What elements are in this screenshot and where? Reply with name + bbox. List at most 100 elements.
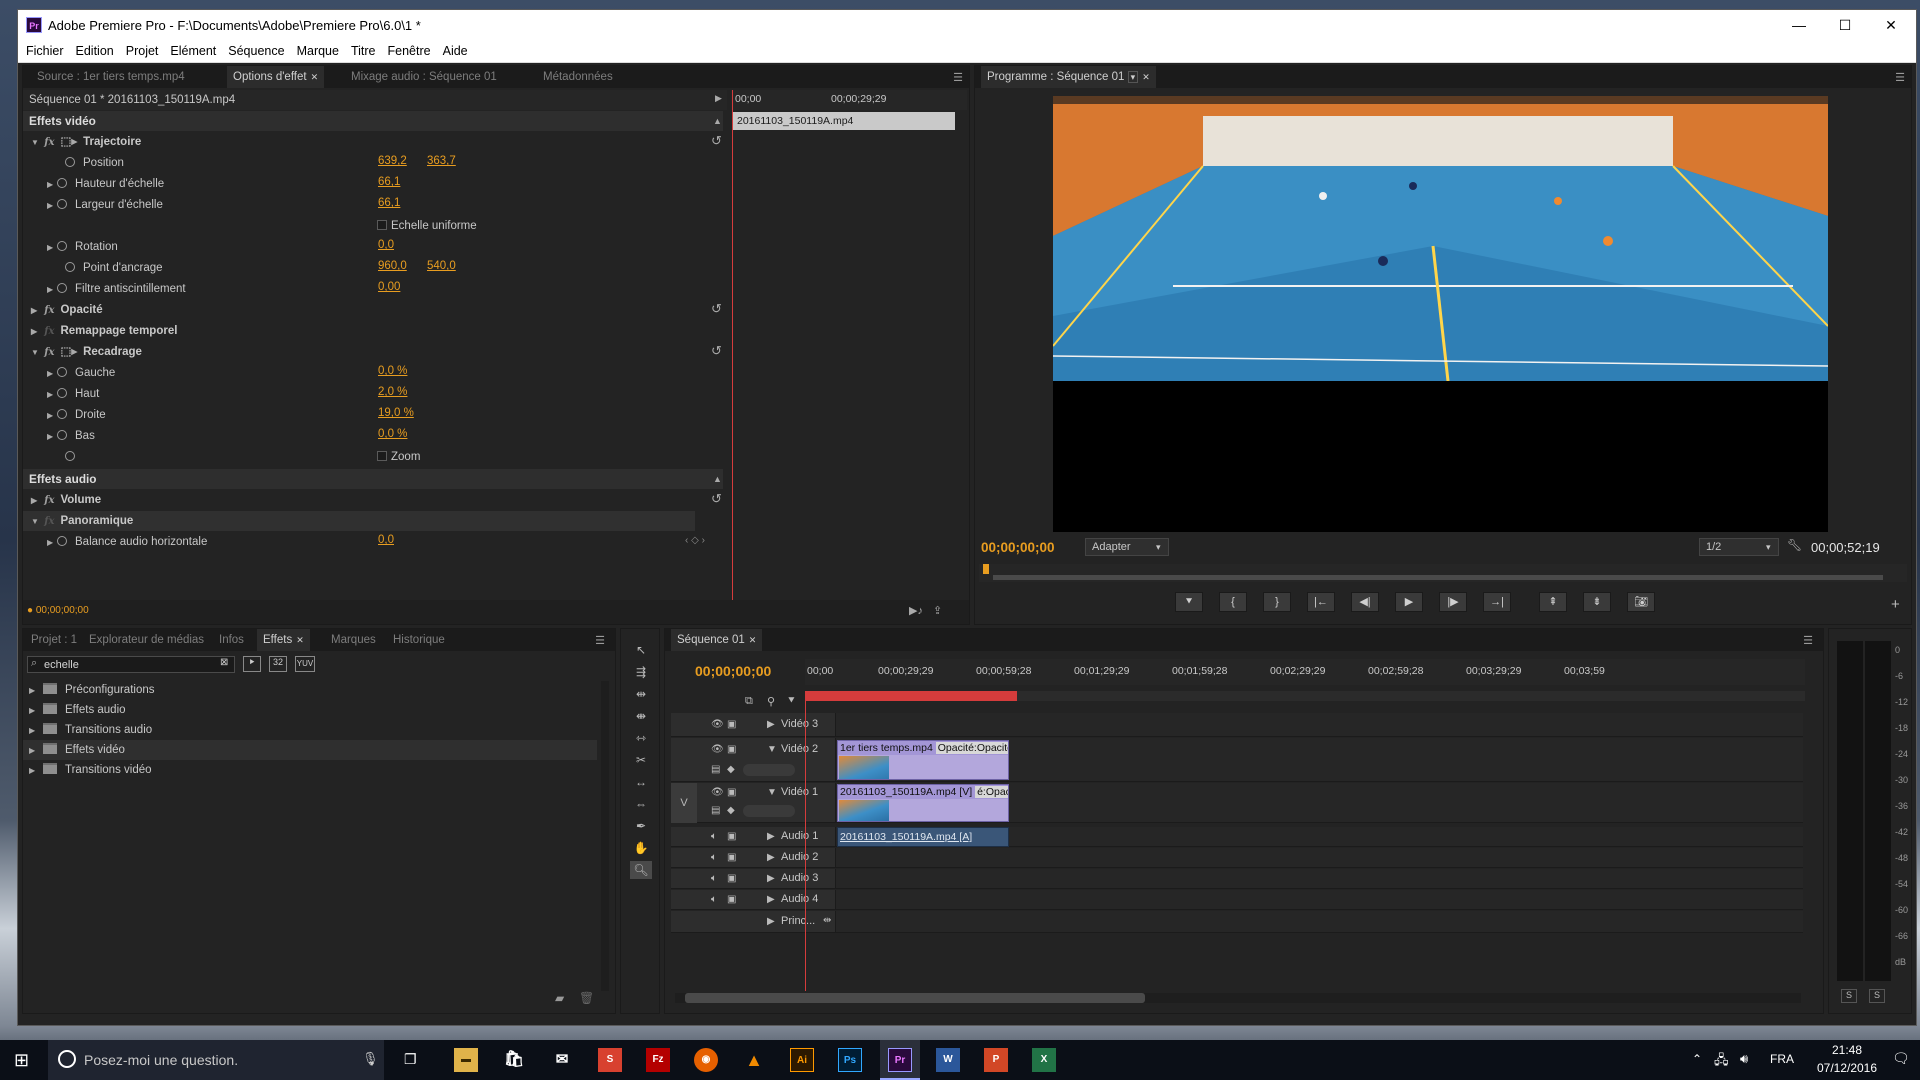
expand-right-icon[interactable]: ▶ (47, 385, 57, 405)
stopwatch-icon[interactable] (65, 451, 75, 461)
microphone-icon[interactable]: 🎙︎ (362, 1051, 379, 1067)
add-button-icon[interactable]: + (1891, 596, 1900, 613)
effect-remappage[interactable]: ▶ fx Remappage temporel (31, 321, 177, 341)
position-y-value[interactable]: 363,7 (427, 155, 456, 167)
folder-audio-effects[interactable]: ▶ Effets audio (29, 700, 126, 720)
stopwatch-icon[interactable] (57, 178, 67, 188)
menu-edition[interactable]: Edition (70, 41, 120, 62)
expand-right-icon[interactable]: ▶ (47, 533, 57, 553)
master-meter-icon[interactable]: ⇹ (823, 915, 831, 926)
tab-sequence[interactable]: Séquence 01 ✕ (671, 629, 763, 651)
keyframe-nav-icon[interactable]: ‹ ◇ › (685, 535, 705, 546)
speaker-icon[interactable]: 🔈︎ (711, 852, 717, 863)
clip-v2[interactable]: 1er tiers temps.mp4 Opacité:Opacité (837, 740, 1009, 780)
stopwatch-icon[interactable] (57, 241, 67, 251)
close-button[interactable]: ✕ (1868, 10, 1914, 40)
speaker-icon[interactable]: 🔈︎ (711, 831, 717, 842)
rate-stretch-tool-icon[interactable]: ⇿ (630, 729, 652, 747)
haut-value[interactable]: 2,0 % (378, 386, 407, 398)
largeur-value[interactable]: 66,1 (378, 197, 400, 209)
fx-icon[interactable]: fx (44, 495, 54, 506)
keyframe-icon[interactable]: ◆ (727, 805, 735, 816)
mark-in-button[interactable]: { (1219, 592, 1247, 612)
effect-panoramique[interactable]: ▼ fx Panoramique (31, 511, 133, 531)
stopwatch-icon[interactable] (57, 367, 67, 377)
snap-icon[interactable]: ⧉ (745, 695, 753, 708)
clock-time[interactable]: 21:48 (1810, 1043, 1884, 1057)
clock-date[interactable]: 07/12/2016 (1810, 1061, 1884, 1075)
dropdown-icon[interactable]: ▾ (1127, 71, 1139, 83)
position-x-value[interactable]: 639,2 (378, 155, 407, 167)
effects-search[interactable]: ⌕ ⊠ (27, 656, 235, 673)
expand-right-icon[interactable]: ▶ (47, 175, 57, 195)
expand-right-icon[interactable]: ▶ (47, 406, 57, 426)
add-marker-icon[interactable]: ⯆ (787, 695, 796, 708)
keyframe-display-icon[interactable]: ▤ (711, 805, 720, 816)
tab-effects[interactable]: Effets ✕ (257, 629, 310, 651)
keyframe-icon[interactable]: ◆ (727, 764, 735, 775)
effect-playhead[interactable] (732, 90, 733, 600)
clip-v1-fx-menu[interactable]: é:Opacité (975, 786, 1008, 798)
yuv-effects-icon[interactable]: YUV (295, 656, 315, 672)
windows-start-icon[interactable]: ⊞ (14, 1050, 29, 1071)
expand-right-icon[interactable]: ▶ (47, 427, 57, 447)
gauche-value[interactable]: 0,0 % (378, 365, 407, 377)
timeline-playhead[interactable] (805, 691, 806, 991)
loop-audio-icon[interactable]: ▶♪ (909, 604, 923, 617)
extract-button[interactable]: ⇟ (1583, 592, 1611, 612)
tray-chevron-icon[interactable]: ⌃ (1692, 1052, 1702, 1066)
program-zoom-bar[interactable] (993, 575, 1883, 580)
fx-icon[interactable]: fx (44, 347, 54, 358)
excel-icon[interactable]: X (1032, 1048, 1056, 1072)
panel-menu-icon[interactable]: ☰ (1895, 71, 1905, 84)
export-frame-button[interactable]: 📷︎ (1627, 592, 1655, 612)
expand-right-icon[interactable]: ▶ (29, 701, 39, 721)
ripple-edit-tool-icon[interactable]: ⇹ (630, 685, 652, 703)
work-area-bar[interactable] (805, 691, 1017, 701)
panel-menu-icon[interactable]: ☰ (953, 71, 963, 84)
tab-program[interactable]: Programme : Séquence 01 ▾ ✕ (981, 66, 1156, 88)
expand-right-icon[interactable]: ▶ (29, 741, 39, 761)
play-button[interactable]: ▶ (1395, 592, 1423, 612)
effect-clip-bar[interactable]: 20161103_150119A.mp4 (733, 112, 955, 130)
zoom-tool-icon[interactable]: 🔍︎ (630, 861, 652, 879)
balance-value[interactable]: 0,0 (378, 534, 394, 546)
anchor-x-value[interactable]: 960,0 (378, 260, 407, 272)
filezilla-icon[interactable]: Fz (646, 1048, 670, 1072)
expand-right-icon[interactable]: ▶ (47, 238, 57, 258)
new-bin-icon[interactable]: ▰ (555, 991, 564, 1005)
stopwatch-icon[interactable] (65, 157, 75, 167)
trash-icon[interactable]: 🗑︎ (579, 991, 594, 1005)
menu-fichier[interactable]: Fichier (20, 41, 70, 62)
rolling-edit-tool-icon[interactable]: ⇼ (630, 707, 652, 725)
bas-value[interactable]: 0,0 % (378, 428, 407, 440)
eye-icon[interactable]: 👁︎ (711, 719, 724, 730)
expand-right-icon[interactable]: ▶ (767, 852, 775, 863)
program-playhead-icon[interactable] (983, 564, 989, 574)
clip-v2-fx-menu[interactable]: Opacité:Opacité (935, 742, 1008, 754)
eye-icon[interactable]: 👁︎ (711, 787, 724, 798)
tab-project[interactable]: Projet : 1 (25, 629, 83, 651)
keyframe-display-icon[interactable]: ▤ (711, 764, 720, 775)
clip-v1[interactable]: 20161103_150119A.mp4 [V] é:Opacité (837, 784, 1009, 822)
language-indicator[interactable]: FRA (1770, 1052, 1794, 1066)
tab-markers[interactable]: Marques (325, 629, 382, 651)
collapse-icon[interactable]: ▲ (713, 111, 722, 131)
clear-search-icon[interactable]: ⊠ (220, 657, 228, 668)
photoshop-icon[interactable]: Ps (838, 1048, 862, 1072)
effect-opacite[interactable]: ▶ fx Opacité (31, 300, 103, 320)
panel-menu-icon[interactable]: ☰ (595, 634, 605, 647)
illustrator-icon[interactable]: Ai (790, 1048, 814, 1072)
antiscint-value[interactable]: 0,00 (378, 281, 400, 293)
slip-tool-icon[interactable]: ↔ (630, 773, 652, 791)
expand-right-icon[interactable]: ▶ (767, 719, 775, 730)
uniform-scale-checkbox[interactable] (377, 220, 387, 230)
project-scrollbar[interactable] (601, 681, 609, 991)
expand-right-icon[interactable]: ▶ (767, 894, 775, 905)
effects-search-input[interactable] (44, 658, 216, 671)
solo-right-button[interactable]: S (1869, 989, 1885, 1003)
program-scrubber[interactable] (979, 564, 1907, 582)
menu-projet[interactable]: Projet (120, 41, 165, 62)
wrench-icon[interactable]: 🔧︎ (1787, 538, 1802, 552)
effect-recadrage[interactable]: ▼ fx ⬚▸ Recadrage (31, 342, 142, 362)
